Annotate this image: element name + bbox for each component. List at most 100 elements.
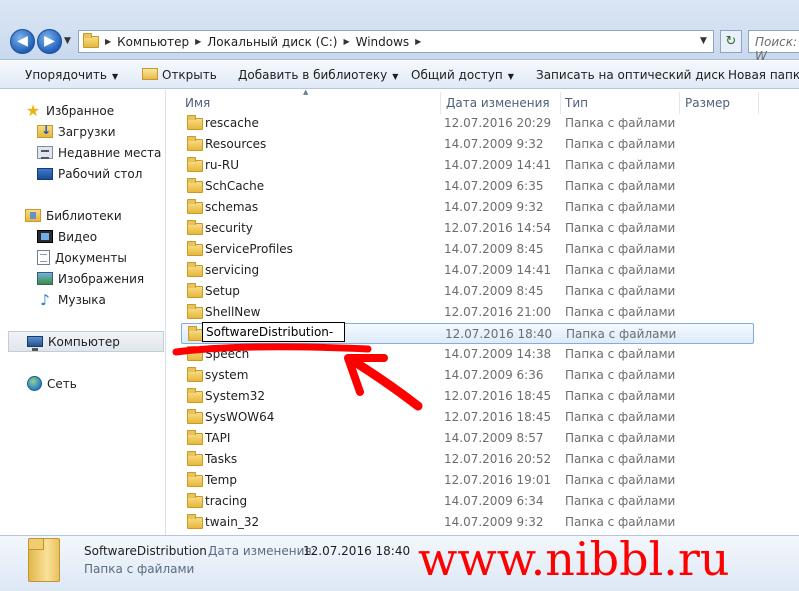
file-date: 12.07.2016 18:40: [445, 327, 553, 341]
file-type: Папка с файлами: [566, 327, 677, 341]
file-row-selected[interactable]: 12.07.2016 18:40 Папка с файлами: [181, 322, 754, 344]
folder-icon: [187, 283, 203, 298]
forward-button[interactable]: ▶: [37, 29, 62, 54]
file-row[interactable]: ru-RU 14.07.2009 14:41 Папка с файлами: [181, 155, 754, 176]
file-type: Папка с файлами: [565, 158, 676, 172]
refresh-button[interactable]: ↻: [720, 30, 742, 53]
file-date: 14.07.2009 14:41: [444, 263, 552, 277]
nav-documents[interactable]: Документы: [37, 247, 201, 268]
back-button[interactable]: ◀: [10, 29, 35, 54]
folder-icon: [187, 367, 203, 382]
file-row[interactable]: security 12.07.2016 14:54 Папка с файлами: [181, 218, 754, 239]
arrow-left-icon: ◀: [17, 33, 28, 49]
command-bar: Упорядочить ▼ Открыть Добавить в библиоте…: [0, 61, 799, 89]
nav-recent-places[interactable]: Недавние места: [37, 142, 201, 163]
nav-downloads[interactable]: Загрузки: [37, 121, 201, 142]
burn-button[interactable]: Записать на оптический диск: [536, 68, 725, 82]
nav-video[interactable]: Видео: [37, 226, 201, 247]
nav-libraries[interactable]: Библиотеки: [25, 205, 189, 226]
file-row[interactable]: Tasks 12.07.2016 20:52 Папка с файлами: [181, 449, 754, 470]
file-type: Папка с файлами: [565, 116, 676, 130]
chevron-right-icon[interactable]: ▶: [195, 37, 201, 46]
column-divider[interactable]: [560, 92, 561, 114]
file-type: Папка с файлами: [565, 431, 676, 445]
file-type: Папка с файлами: [565, 200, 676, 214]
file-row[interactable]: ShellNew 12.07.2016 21:00 Папка с файлами: [181, 302, 754, 323]
column-header-type[interactable]: Тип: [565, 96, 588, 114]
search-input[interactable]: Поиск: W: [748, 30, 799, 63]
folder-icon: [187, 472, 203, 487]
file-row[interactable]: Speech 14.07.2009 14:38 Папка с файлами: [181, 344, 754, 365]
file-type: Папка с файлами: [565, 137, 676, 151]
address-history-dropdown[interactable]: ▼: [700, 36, 707, 46]
file-date: 14.07.2009 14:38: [444, 347, 552, 361]
column-divider[interactable]: [440, 92, 441, 114]
file-row[interactable]: system 14.07.2009 6:36 Папка с файлами: [181, 365, 754, 386]
file-row[interactable]: Resources 14.07.2009 9:32 Папка с файлами: [181, 134, 754, 155]
file-row[interactable]: Temp 12.07.2016 19:01 Папка с файлами: [181, 470, 754, 491]
details-item-type: Папка с файлами: [84, 562, 195, 576]
share-label: Общий доступ: [411, 68, 503, 82]
share-button[interactable]: Общий доступ ▼: [411, 68, 514, 82]
arrow-right-icon: ▶: [44, 33, 55, 49]
file-row[interactable]: rescache 12.07.2016 20:29 Папка с файлами: [181, 113, 754, 134]
breadcrumb-windows[interactable]: Windows: [356, 35, 410, 49]
file-date: 14.07.2009 9:32: [444, 515, 544, 529]
nav-pictures[interactable]: Изображения: [37, 268, 201, 289]
chevron-right-icon[interactable]: ▶: [343, 37, 349, 46]
file-name: schemas: [205, 200, 259, 214]
breadcrumb[interactable]: ▶ Компьютер ▶ Локальный диск (C:) ▶ Wind…: [78, 30, 714, 53]
nav-favorites[interactable]: ★ Избранное: [25, 100, 189, 121]
network-icon: [27, 376, 42, 391]
file-date: 14.07.2009 6:35: [444, 179, 544, 193]
column-header-date[interactable]: Дата изменения: [446, 96, 550, 114]
file-row[interactable]: TAPI 14.07.2009 8:57 Папка с файлами: [181, 428, 754, 449]
file-row[interactable]: schemas 14.07.2009 9:32 Папка с файлами: [181, 197, 754, 218]
column-divider[interactable]: [758, 92, 759, 114]
file-row[interactable]: SchCache 14.07.2009 6:35 Папка с файлами: [181, 176, 754, 197]
breadcrumb-local-disk[interactable]: Локальный диск (C:): [207, 35, 337, 49]
file-type: Папка с файлами: [565, 452, 676, 466]
file-name: ServiceProfiles: [205, 242, 293, 256]
folder-icon: [187, 493, 203, 508]
file-row[interactable]: Setup 14.07.2009 8:45 Папка с файлами: [181, 281, 754, 302]
details-item-name: SoftwareDistribution: [84, 544, 207, 558]
new-folder-button[interactable]: Новая папка: [728, 68, 799, 82]
open-folder-icon: [142, 68, 158, 80]
recent-pages-dropdown[interactable]: ▼: [64, 36, 71, 46]
file-row[interactable]: System32 12.07.2016 18:45 Папка с файлами: [181, 386, 754, 407]
file-row[interactable]: servicing 14.07.2009 14:41 Папка с файлами: [181, 260, 754, 281]
nav-video-label: Видео: [58, 229, 98, 244]
file-name: ShellNew: [205, 305, 261, 319]
nav-recent-label: Недавние места: [58, 145, 162, 160]
music-icon: ♪: [40, 290, 50, 309]
nav-network-label: Сеть: [47, 376, 77, 391]
nav-music[interactable]: ♪ Музыка: [37, 289, 201, 310]
file-date: 14.07.2009 14:41: [444, 158, 552, 172]
file-row[interactable]: ServiceProfiles 14.07.2009 8:45 Папка с фа…: [181, 239, 754, 260]
nav-desktop[interactable]: Рабочий стол: [37, 163, 201, 184]
organize-button[interactable]: Упорядочить ▼: [25, 68, 118, 82]
nav-network[interactable]: Сеть: [27, 373, 191, 394]
file-row[interactable]: SysWOW64 12.07.2016 18:45 Папка с файлами: [181, 407, 754, 428]
chevron-right-icon[interactable]: ▶: [415, 37, 421, 46]
rename-input[interactable]: [202, 322, 345, 342]
folder-icon: [28, 538, 60, 582]
breadcrumb-computer[interactable]: Компьютер: [117, 35, 189, 49]
column-header-name[interactable]: Имя: [185, 96, 210, 114]
file-date: 12.07.2016 18:45: [444, 389, 552, 403]
column-header-size[interactable]: Размер: [685, 96, 730, 114]
open-button[interactable]: Открыть: [142, 68, 217, 82]
nav-computer[interactable]: Компьютер: [8, 331, 164, 352]
column-divider[interactable]: [679, 92, 680, 114]
address-bar-area: ◀ ▶ ▼ ▶ Компьютер ▶ Локальный диск (C:) …: [0, 0, 799, 63]
file-name: ru-RU: [205, 158, 239, 172]
folder-icon: [187, 304, 203, 319]
chevron-down-icon: ▼: [111, 72, 119, 81]
file-date: 14.07.2009 9:32: [444, 200, 544, 214]
file-row[interactable]: tracing 14.07.2009 6:34 Папка с файлами: [181, 491, 754, 512]
file-row[interactable]: twain_32 14.07.2009 9:32 Папка с файлами: [181, 512, 754, 533]
add-to-library-button[interactable]: Добавить в библиотеку ▼: [238, 68, 398, 82]
file-name: system: [205, 368, 249, 382]
chevron-right-icon[interactable]: ▶: [105, 37, 111, 46]
